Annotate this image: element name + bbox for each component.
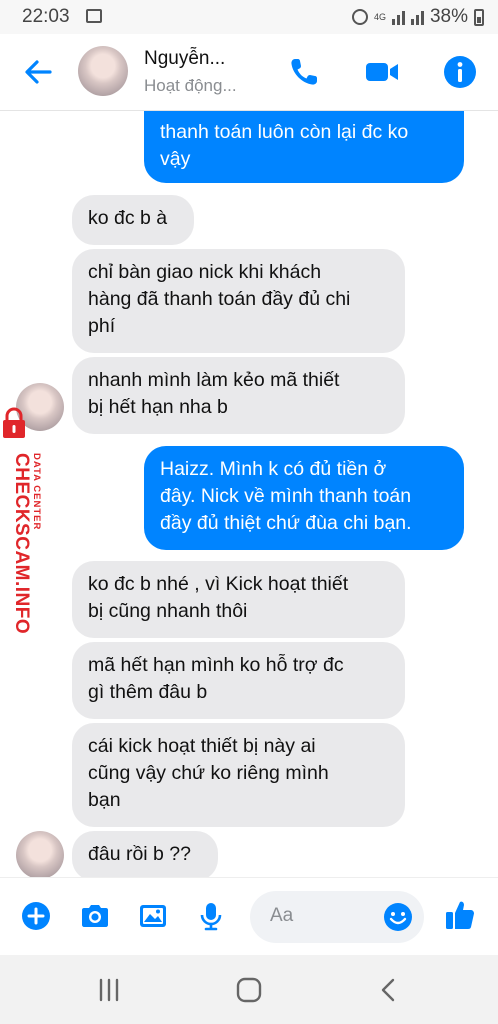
message-bubble-incoming[interactable]: đâu rồi b ?? (72, 831, 218, 877)
signal-icon-2 (410, 9, 424, 25)
message-bubble-incoming[interactable]: chỉ bàn giao nick khi khách hàng đã than… (72, 249, 405, 353)
emoji-icon[interactable] (382, 901, 414, 933)
message-bubble-incoming[interactable]: nhanh mình làm kẻo mã thiết bị hết hạn n… (72, 357, 405, 434)
info-icon[interactable] (442, 54, 478, 90)
microphone-icon[interactable] (195, 900, 227, 932)
home-icon[interactable] (234, 975, 264, 1005)
message-bubble-incoming[interactable]: ko đc b à (72, 195, 194, 245)
recent-apps-icon[interactable] (94, 975, 124, 1005)
android-navigation-bar (0, 955, 498, 1024)
status-time: 22:03 (22, 6, 70, 27)
contact-status: Hoạt động... (144, 76, 237, 95)
back-nav-icon[interactable] (374, 975, 404, 1005)
message-bubble-incoming[interactable]: mã hết hạn mình ko hỗ trợ đc gì thêm đâu… (72, 642, 405, 719)
message-list[interactable]: thanh toán luôn còn lại đc ko vậy ko đc … (0, 111, 498, 877)
sender-avatar[interactable] (16, 831, 64, 877)
message-input-placeholder: Aa (270, 905, 294, 926)
network-type: 4G (373, 11, 386, 22)
video-camera-icon[interactable] (364, 54, 400, 90)
message-input[interactable]: Aa (250, 891, 424, 943)
status-bar: 22:03 4G 38% (0, 0, 498, 34)
alarm-icon (351, 9, 368, 25)
battery-icon (474, 8, 484, 26)
contact-avatar[interactable] (78, 46, 128, 96)
contact-name[interactable]: Nguyễn... (144, 48, 225, 70)
message-bubble-incoming[interactable]: cái kick hoạt thiết bị này ai cũng vậy c… (72, 723, 405, 827)
signal-icon (391, 9, 405, 25)
message-bubble-outgoing[interactable]: Haizz. Mình k có đủ tiền ở đây. Nick về … (144, 446, 464, 550)
conversation-header: Nguyễn... Hoạt động... (0, 34, 498, 111)
image-icon[interactable] (137, 900, 169, 932)
gallery-notification-icon (86, 9, 102, 23)
phone-icon[interactable] (286, 54, 322, 90)
message-composer: Aa (0, 877, 498, 956)
camera-icon[interactable] (79, 900, 111, 932)
lock-icon (3, 407, 25, 438)
checkscam-watermark: CHECKSCAM.INFO DATA CENTER (0, 405, 60, 655)
battery-percent: 38% (429, 6, 468, 27)
back-arrow-icon[interactable] (22, 56, 54, 88)
thumbs-up-icon[interactable] (443, 898, 477, 932)
plus-circle-icon[interactable] (20, 900, 52, 932)
watermark-subtext: DATA CENTER (31, 453, 42, 531)
message-bubble-incoming[interactable]: ko đc b nhé , vì Kick hoạt thiết bị cũng… (72, 561, 405, 638)
status-indicators: 4G 38% (351, 6, 484, 28)
message-bubble-outgoing[interactable]: thanh toán luôn còn lại đc ko vậy (144, 111, 464, 183)
